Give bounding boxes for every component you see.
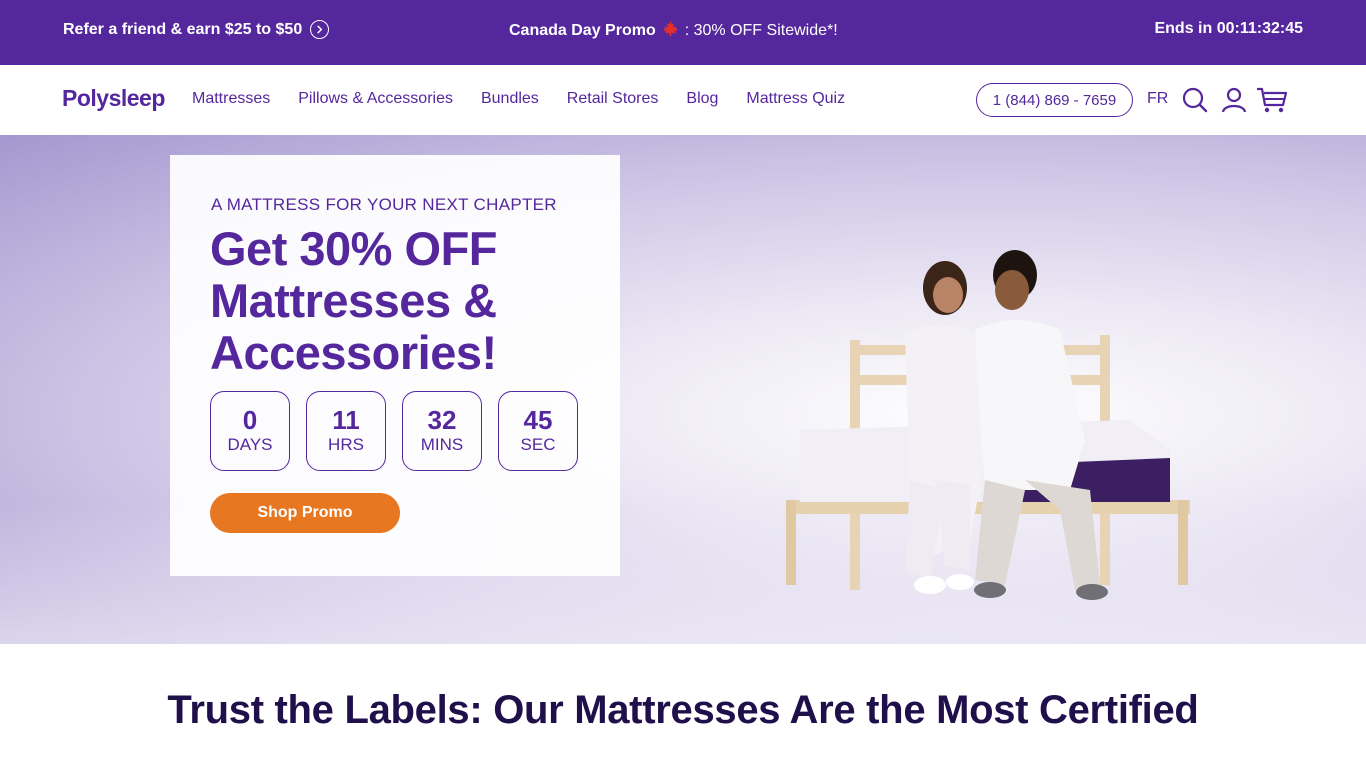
countdown-minutes-unit: MINS (420, 435, 464, 454)
countdown-hours-unit: HRS (328, 435, 364, 454)
countdown-days-value: 0 (242, 405, 258, 435)
promo-card: A MATTRESS FOR YOUR NEXT CHAPTER Get 30%… (170, 155, 620, 576)
countdown-seconds-unit: SEC (520, 435, 556, 454)
language-toggle[interactable]: FR (1147, 90, 1168, 108)
couple-on-bed-image (786, 250, 1190, 600)
countdown-minutes-value: 32 (427, 405, 457, 435)
hero-eyebrow: A MATTRESS FOR YOUR NEXT CHAPTER (211, 195, 557, 214)
nav-link-blog[interactable]: Blog (686, 90, 718, 108)
main-navigation: Polysleep Mattresses Pillows & Accessori… (0, 65, 1366, 135)
countdown-hours-value: 11 (332, 405, 360, 435)
promo-detail: : 30% OFF Sitewide*! (684, 22, 838, 39)
countdown-minutes: 32 MINS (402, 391, 482, 471)
countdown-hours: 11 HRS (306, 391, 386, 471)
refer-friend-link[interactable]: Refer a friend & earn $25 to $50 (63, 20, 330, 39)
polysleep-logo[interactable]: Polysleep (62, 85, 165, 112)
countdown-timer: 0 DAYS 11 HRS 32 MINS 45 SEC (210, 391, 578, 471)
promo-title: Canada Day Promo (509, 22, 656, 39)
nav-link-mattress-quiz[interactable]: Mattress Quiz (746, 90, 845, 108)
countdown-seconds: 45 SEC (498, 391, 578, 471)
maple-leaf-icon (662, 20, 679, 42)
shop-promo-button[interactable]: Shop Promo (210, 493, 400, 533)
countdown-seconds-value: 45 (523, 405, 553, 435)
arrow-right-circle-icon (310, 20, 330, 39)
countdown-days-unit: DAYS (227, 435, 273, 454)
nav-link-pillows-accessories[interactable]: Pillows & Accessories (298, 90, 453, 108)
nav-link-bundles[interactable]: Bundles (481, 90, 539, 108)
trust-section-heading: Trust the Labels: Our Mattresses Are the… (167, 688, 1199, 732)
search-icon[interactable] (1181, 86, 1209, 114)
countdown-days: 0 DAYS (210, 391, 290, 471)
promo-announcement: Canada Day Promo : 30% OFF Sitewide*! (509, 20, 838, 42)
promo-timer: Ends in 00:11:32:45 (1154, 20, 1303, 37)
hero-headline: Get 30% OFF Mattresses & Accessories! (210, 222, 498, 379)
nav-link-retail-stores[interactable]: Retail Stores (567, 90, 659, 108)
refer-friend-text: Refer a friend & earn $25 to $50 (63, 20, 303, 38)
user-icon[interactable] (1220, 86, 1248, 114)
phone-button[interactable]: 1 (844) 869 - 7659 (976, 83, 1133, 117)
hero-banner: A MATTRESS FOR YOUR NEXT CHAPTER Get 30%… (0, 135, 1366, 644)
nav-links: Mattresses Pillows & Accessories Bundles… (192, 90, 845, 108)
promo-bar: Refer a friend & earn $25 to $50 Canada … (0, 0, 1366, 65)
nav-link-mattresses[interactable]: Mattresses (192, 90, 270, 108)
cart-icon[interactable] (1256, 86, 1288, 114)
